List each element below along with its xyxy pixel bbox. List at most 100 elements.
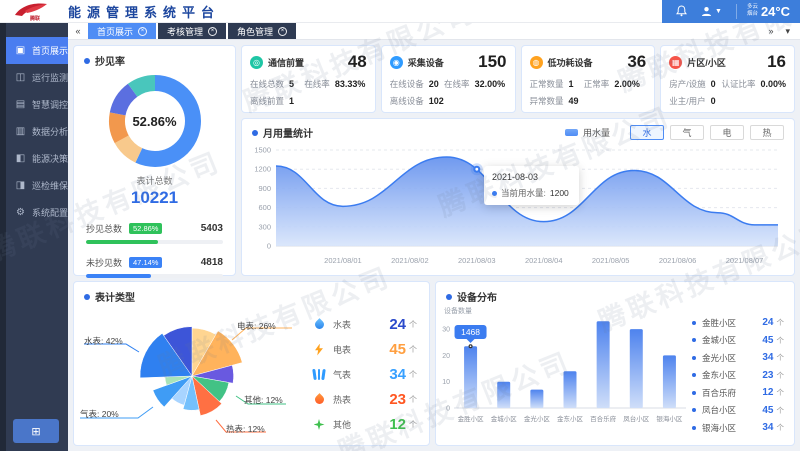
stat-card-片区/小区: ▦片区/小区16房产/设施0认证比率0.00%业主/用户0 xyxy=(660,45,795,113)
stat-card-value: 36 xyxy=(627,52,646,72)
metric-label: 认证比率 xyxy=(721,78,755,90)
metric-value: 0.00% xyxy=(760,79,786,89)
usage-type-button-电[interactable]: 电 xyxy=(710,125,744,140)
water-usage-legend[interactable]: 用水量 xyxy=(565,126,610,139)
sidebar-item-智慧调控[interactable]: ▤智慧调控 xyxy=(6,91,68,118)
tab-close-icon[interactable]: × xyxy=(208,27,217,36)
rate-progress-track xyxy=(86,240,223,244)
sidebar-item-icon: ◧ xyxy=(15,153,26,164)
sidebar-item-能源决策[interactable]: ◧能源决策 xyxy=(6,145,68,172)
sidebar-item-icon: ▤ xyxy=(15,99,26,110)
legend-count: 34 xyxy=(762,352,773,363)
device-legend-item-银海小区[interactable]: 银海小区34个 xyxy=(692,419,784,437)
legend-item-热表[interactable]: 热表23个 xyxy=(312,387,417,412)
metric-label: 房产/设施 xyxy=(669,78,705,90)
legend-item-电表[interactable]: 电表45个 xyxy=(312,337,417,362)
pie-label: 热表: 12% xyxy=(226,423,265,435)
legend-unit: 个 xyxy=(409,344,417,355)
weather-widget: 多云 烟台 24°C xyxy=(736,4,790,19)
meter-types-legend: 水表24个电表45个气表34个热表23个其他12个 xyxy=(312,304,429,442)
metric-label: 在线率 xyxy=(304,78,330,90)
tab-角色管理[interactable]: 角色管理× xyxy=(228,23,296,39)
device-legend-item-金城小区[interactable]: 金城小区45个 xyxy=(692,332,784,350)
tab-close-icon[interactable]: × xyxy=(278,27,287,36)
usage-type-button-热[interactable]: 热 xyxy=(750,125,784,140)
metric-value: 1 xyxy=(289,96,294,106)
app-header: 腾联 能源管理系统平台 ▼ 多云 烟台 24°C xyxy=(0,0,800,23)
stat-card-metric: 正常数量1 xyxy=(530,78,584,90)
device-legend-item-百合乐府[interactable]: 百合乐府12个 xyxy=(692,384,784,402)
svg-text:30: 30 xyxy=(442,327,450,334)
notification-bell-icon[interactable] xyxy=(676,5,687,17)
metric-label: 在线总数 xyxy=(250,78,284,90)
sidebar-item-数据分析[interactable]: ▥数据分析 xyxy=(6,118,68,145)
sidebar-item-运行监测[interactable]: ◫运行监测 xyxy=(6,64,68,91)
panel-meter-read-rate: 抄见率 52.86% 表计总数 10221 抄见总数52.86%5403未抄见数… xyxy=(73,45,236,276)
stat-card-metric: 离线前置 1 xyxy=(250,95,304,107)
sidebar-collapse-button[interactable]: ⊞ xyxy=(13,419,59,443)
stat-card-metric: 异常数量 49 xyxy=(530,95,584,107)
stat-card-icon: ▦ xyxy=(669,56,682,69)
tabs-overflow-icon[interactable]: » xyxy=(768,26,773,36)
metric-label: 正常数量 xyxy=(530,78,564,90)
stat-card-metric: 在线总数5 xyxy=(250,78,304,90)
user-menu[interactable]: ▼ xyxy=(701,6,722,17)
stat-card-低功耗设备: ◍低功耗设备36正常数量1正常率2.00%异常数量49 xyxy=(521,45,656,113)
device-distribution-bar-chart[interactable]: 设备数量 0102030金胜小区金城小区金光小区金东小区百合乐府凤台小区银海小区… xyxy=(436,304,692,443)
legend-item-气表[interactable]: 气表34个 xyxy=(312,362,417,387)
sidebar-item-首页展示[interactable]: ▣首页展示 xyxy=(6,37,68,64)
svg-text:2021/08/04: 2021/08/04 xyxy=(525,256,563,265)
pie-svg xyxy=(74,304,312,442)
meter-total-label: 表计总数 xyxy=(74,174,235,187)
device-legend-item-金胜小区[interactable]: 金胜小区24个 xyxy=(692,314,784,332)
device-legend-item-金光小区[interactable]: 金光小区34个 xyxy=(692,349,784,367)
metric-label: 离线前置 xyxy=(250,95,284,107)
legend-item-其他[interactable]: 其他12个 xyxy=(312,412,417,437)
legend-count: 23 xyxy=(762,370,773,381)
pie-label: 气表: 20% xyxy=(80,408,119,420)
legend-count: 24 xyxy=(762,317,773,328)
rate-row-badge: 52.86% xyxy=(129,223,162,234)
monthly-usage-area-chart[interactable]: 0300600900120015002021/08/012021/08/0220… xyxy=(242,142,794,276)
legend-dot xyxy=(692,338,696,342)
svg-text:2021/08/07: 2021/08/07 xyxy=(726,256,764,265)
usage-type-button-气[interactable]: 气 xyxy=(670,125,704,140)
tabs-menu-icon[interactable]: ▾ xyxy=(785,26,790,37)
chart-tooltip: 2021-08-03 当前用水量:1200 xyxy=(484,166,579,205)
legend-unit: 个 xyxy=(409,394,417,405)
lightning-icon xyxy=(312,344,326,356)
tab-首页展示[interactable]: 首页展示 × xyxy=(88,23,156,39)
sidebar-item-巡检维保[interactable]: ◨巡检维保 xyxy=(6,172,68,199)
metric-label: 异常数量 xyxy=(530,95,564,107)
legend-dot xyxy=(692,391,696,395)
device-legend-item-金东小区[interactable]: 金东小区23个 xyxy=(692,367,784,385)
tab-label: 首页展示 xyxy=(97,25,133,38)
legend-unit: 个 xyxy=(777,335,785,346)
sidebar-item-icon: ▣ xyxy=(15,45,26,56)
tab-close-icon[interactable]: × xyxy=(138,27,147,36)
app-logo: 腾联 xyxy=(0,0,60,23)
title-dot xyxy=(84,294,90,300)
metric-value: 49 xyxy=(569,96,579,106)
meter-types-pie-chart[interactable]: 电表: 26%水表: 42%气表: 20%热表: 12%其他: 12% xyxy=(74,304,312,442)
panel-title: 设备分布 xyxy=(457,289,497,304)
sidebar: ▣首页展示◫运行监测▤智慧调控▥数据分析◧能源决策◨巡检维保⚙系统配置 ⊞ xyxy=(0,23,68,451)
tab-考核管理[interactable]: 考核管理× xyxy=(158,23,226,39)
legend-count: 45 xyxy=(389,341,406,358)
tooltip-dot xyxy=(492,191,497,196)
legend-unit: 个 xyxy=(409,319,417,330)
tabs-collapse-icon[interactable]: « xyxy=(68,23,88,39)
panel-monthly-usage: 月用量统计 用水量 水气电热 0300600900120015002021/08… xyxy=(241,118,795,276)
read-rate-donut-chart[interactable]: 52.86% xyxy=(108,74,202,168)
svg-text:10: 10 xyxy=(442,379,450,386)
usage-type-button-水[interactable]: 水 xyxy=(630,125,664,140)
sidebar-item-系统配置[interactable]: ⚙系统配置 xyxy=(6,199,68,226)
device-legend-item-凤台小区[interactable]: 凤台小区45个 xyxy=(692,402,784,420)
legend-label: 凤台小区 xyxy=(702,404,736,416)
legend-item-水表[interactable]: 水表24个 xyxy=(312,312,417,337)
panel-device-distribution: 设备分布 设备数量 0102030金胜小区金城小区金光小区金东小区百合乐府凤台小… xyxy=(435,281,795,446)
tab-bar: « 首页展示×考核管理×角色管理× » ▾ xyxy=(68,23,800,40)
legend-label: 水表 xyxy=(333,318,351,331)
sidebar-item-icon: ▥ xyxy=(15,126,26,137)
device-distribution-legend: 金胜小区24个金城小区45个金光小区34个金东小区23个百合乐府12个凤台小区4… xyxy=(692,304,794,443)
